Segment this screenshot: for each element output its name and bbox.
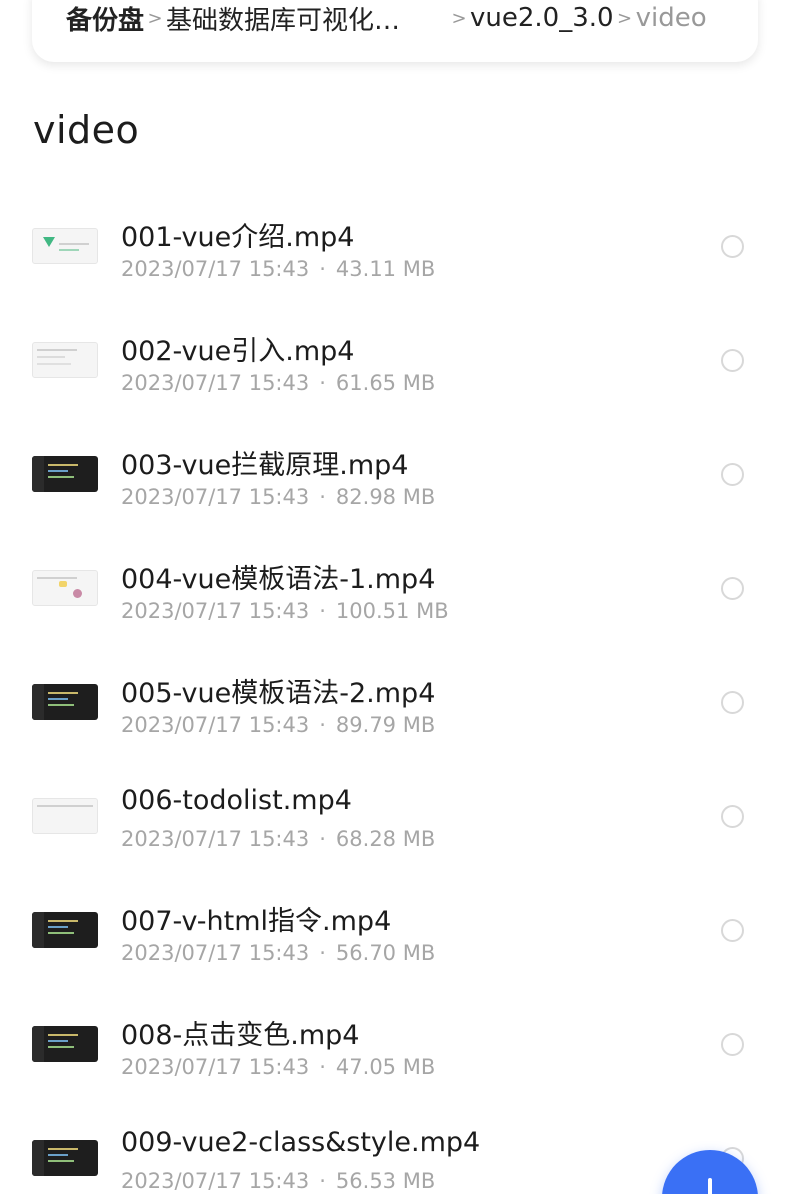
file-size: 68.28 MB <box>335 827 436 851</box>
meta-separator: · <box>319 257 326 281</box>
video-thumbnail <box>32 684 98 720</box>
breadcrumb-truncated-label: 基础数据库可视化… <box>166 5 401 36</box>
file-meta: 2023/07/17 15:43 · 43.11 MB <box>121 257 435 281</box>
list-item[interactable]: 005-vue模板语法-2.mp4 2023/07/17 15:43 · 89.79… <box>0 646 790 760</box>
list-item[interactable]: 001-vue介绍.mp4 2023/07/17 15:43 · 43.11 MB <box>0 190 790 304</box>
video-thumbnail <box>32 912 98 948</box>
file-size: 47.05 MB <box>335 1055 436 1079</box>
file-size: 89.79 MB <box>335 713 436 737</box>
select-circle-icon[interactable] <box>721 919 744 942</box>
file-meta: 2023/07/17 15:43 · 82.98 MB <box>121 485 435 509</box>
breadcrumb-middle[interactable]: vue2.0_3.0 <box>470 3 614 33</box>
file-size: 43.11 MB <box>335 257 436 281</box>
file-date: 2023/07/17 15:43 <box>121 941 310 965</box>
breadcrumb-current: video <box>635 3 707 33</box>
file-meta: 2023/07/17 15:43 · 89.79 MB <box>121 713 435 737</box>
select-circle-icon[interactable] <box>721 235 744 258</box>
breadcrumb: 备份盘 > 基础数据库可视化… > vue2.0_3.0 > video <box>32 0 758 62</box>
file-name: 007-v-html指令.mp4 <box>121 906 392 937</box>
page-title: video <box>33 108 140 152</box>
file-date: 2023/07/17 15:43 <box>121 1055 310 1079</box>
file-name: 009-vue2-class&style.mp4 <box>121 1127 481 1158</box>
list-item[interactable]: 007-v-html指令.mp4 2023/07/17 15:43 · 56.70 … <box>0 874 790 988</box>
meta-separator: · <box>319 371 326 395</box>
select-circle-icon[interactable] <box>721 691 744 714</box>
file-size: 61.65 MB <box>335 371 436 395</box>
file-date: 2023/07/17 15:43 <box>121 713 310 737</box>
breadcrumb-root[interactable]: 备份盘 <box>66 0 144 37</box>
meta-separator: · <box>319 1169 326 1193</box>
file-meta: 2023/07/17 15:43 · 100.51 MB <box>121 599 449 623</box>
file-size: 100.51 MB <box>335 599 449 623</box>
list-item[interactable]: 008-点击变色.mp4 2023/07/17 15:43 · 47.05 MB <box>0 988 790 1102</box>
breadcrumb-truncated[interactable]: 基础数据库可视化… <box>166 0 418 37</box>
video-thumbnail <box>32 228 98 264</box>
list-item[interactable]: 002-vue引入.mp4 2023/07/17 15:43 · 61.65 MB <box>0 304 790 418</box>
file-name: 006-todolist.mp4 <box>121 785 352 816</box>
video-thumbnail <box>32 1026 98 1062</box>
file-size: 82.98 MB <box>335 485 436 509</box>
file-meta: 2023/07/17 15:43 · 56.70 MB <box>121 941 435 965</box>
file-name: 005-vue模板语法-2.mp4 <box>121 678 436 709</box>
select-circle-icon[interactable] <box>721 1033 744 1056</box>
list-item[interactable]: 006-todolist.mp4 2023/07/17 15:43 · 68.28 … <box>0 760 790 874</box>
file-name: 002-vue引入.mp4 <box>121 336 355 367</box>
file-name: 004-vue模板语法-1.mp4 <box>121 564 436 595</box>
file-meta: 2023/07/17 15:43 · 47.05 MB <box>121 1055 435 1079</box>
file-date: 2023/07/17 15:43 <box>121 827 310 851</box>
file-meta: 2023/07/17 15:43 · 61.65 MB <box>121 371 435 395</box>
video-thumbnail <box>32 798 98 834</box>
file-date: 2023/07/17 15:43 <box>121 1169 310 1193</box>
select-circle-icon[interactable] <box>721 577 744 600</box>
file-date: 2023/07/17 15:43 <box>121 599 310 623</box>
meta-separator: · <box>319 713 326 737</box>
video-thumbnail <box>32 570 98 606</box>
meta-separator: · <box>319 599 326 623</box>
file-name: 008-点击变色.mp4 <box>121 1020 360 1051</box>
file-browser-page: 备份盘 > 基础数据库可视化… > vue2.0_3.0 > video vid… <box>0 0 790 1194</box>
list-item[interactable]: 004-vue模板语法-1.mp4 2023/07/17 15:43 · 100.5… <box>0 532 790 646</box>
meta-separator: · <box>319 941 326 965</box>
meta-separator: · <box>319 485 326 509</box>
file-meta: 2023/07/17 15:43 · 68.28 MB <box>121 827 435 851</box>
file-size: 56.70 MB <box>335 941 436 965</box>
file-date: 2023/07/17 15:43 <box>121 257 310 281</box>
list-item[interactable]: 003-vue拦截原理.mp4 2023/07/17 15:43 · 82.98 M… <box>0 418 790 532</box>
file-meta: 2023/07/17 15:43 · 56.53 MB <box>121 1169 435 1193</box>
select-circle-icon[interactable] <box>721 349 744 372</box>
plus-icon <box>708 1178 712 1194</box>
select-circle-icon[interactable] <box>721 463 744 486</box>
chevron-right-icon: > <box>617 7 633 29</box>
video-thumbnail <box>32 456 98 492</box>
video-thumbnail <box>32 1140 98 1176</box>
chevron-right-icon: > <box>451 7 467 29</box>
file-name: 001-vue介绍.mp4 <box>121 222 355 253</box>
chevron-right-icon: > <box>147 7 163 29</box>
file-size: 56.53 MB <box>335 1169 436 1193</box>
video-thumbnail <box>32 342 98 378</box>
file-name: 003-vue拦截原理.mp4 <box>121 450 409 481</box>
meta-separator: · <box>319 1055 326 1079</box>
file-date: 2023/07/17 15:43 <box>121 371 310 395</box>
breadcrumb-path: 备份盘 > 基础数据库可视化… > vue2.0_3.0 > video <box>66 0 707 36</box>
select-circle-icon[interactable] <box>721 805 744 828</box>
meta-separator: · <box>319 827 326 851</box>
file-date: 2023/07/17 15:43 <box>121 485 310 509</box>
